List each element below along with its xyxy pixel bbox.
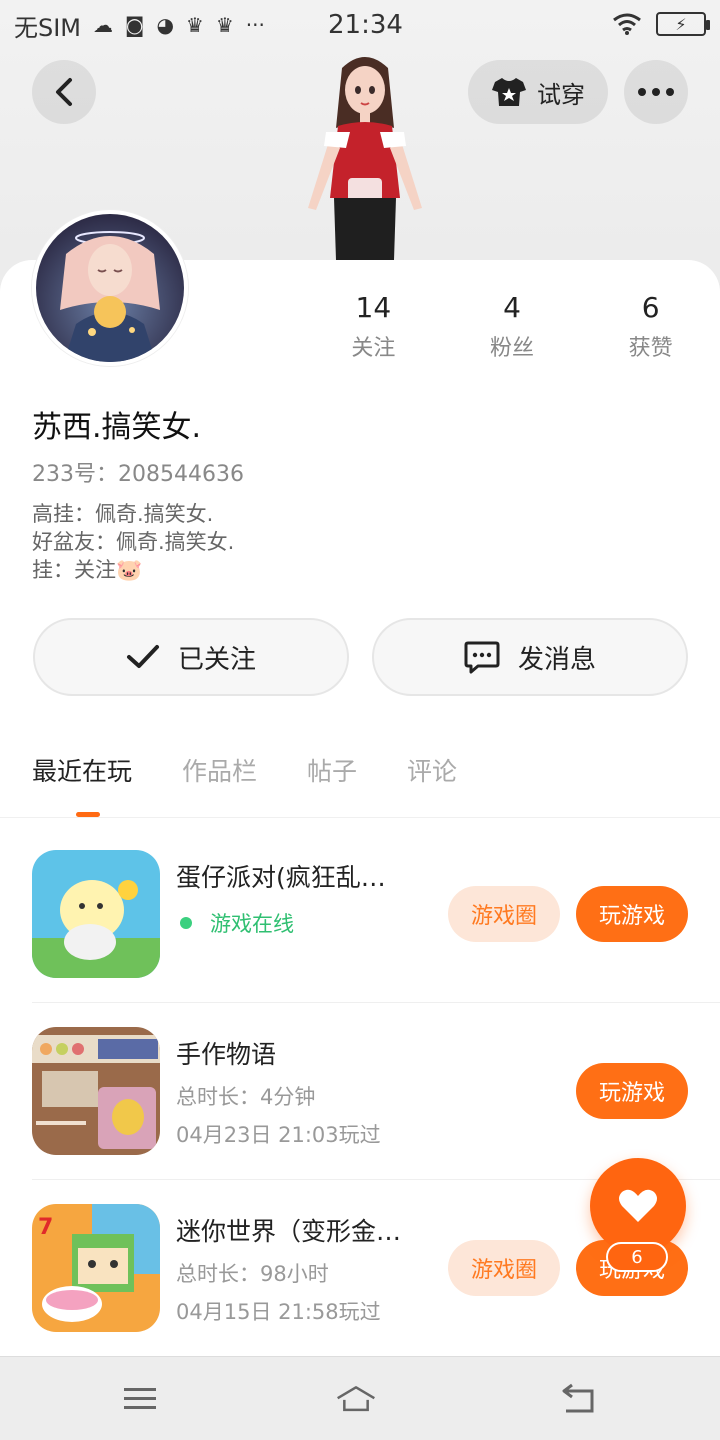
try-on-label: 试穿 <box>537 80 585 109</box>
stat-likes-label: 获赞 <box>628 336 673 361</box>
send-message-label: 发消息 <box>517 644 596 675</box>
stat-likes-value: 6 <box>641 291 660 324</box>
game-icon-mini-world: 7 <box>32 1204 160 1332</box>
bio-line: 好盆友：佩奇.搞笑女. <box>32 530 235 554</box>
media-icon: ◙ <box>125 13 145 37</box>
tab-recently-played[interactable]: 最近在玩 <box>32 752 132 788</box>
like-button[interactable] <box>590 1158 686 1254</box>
more-horizontal-icon <box>638 88 674 96</box>
chat-bubble-icon <box>464 641 500 674</box>
avatar-image <box>36 214 184 362</box>
stat-followers-value: 4 <box>503 291 521 324</box>
avatar-character-image <box>308 57 422 260</box>
send-message-button[interactable]: 发消息 <box>372 618 688 696</box>
game-row[interactable]: 蛋仔派对(疯狂乱… 游戏在线 游戏圈 玩游戏 <box>0 818 720 994</box>
back-button[interactable] <box>32 60 96 124</box>
bio-line: 挂：关注🐷 <box>32 558 143 582</box>
game-icon-handcraft-story <box>32 1027 160 1155</box>
stat-likes[interactable]: 6 获赞 <box>581 290 720 362</box>
crown-icon: ♛ <box>185 13 204 37</box>
game-row[interactable]: 手作物语 总时长：4分钟 04月23日 21:03玩过 玩游戏 <box>0 995 720 1171</box>
stat-following-value: 14 <box>355 291 392 324</box>
profile-nickname: 苏西.搞笑女. <box>32 410 202 445</box>
home-icon[interactable] <box>336 1379 376 1419</box>
cloud-icon: ☁ <box>93 13 114 37</box>
avatar[interactable] <box>32 210 188 366</box>
status-bar: 无SIM ☁ ◙ ◕ ♛ ♛ ··· 21:34 ⚡ <box>0 0 720 50</box>
profile-stats: 14 关注 4 粉丝 6 获赞 <box>304 290 720 362</box>
game-circle-button[interactable]: 游戏圈 <box>448 886 560 942</box>
game-duration: 总时长：4分钟 <box>176 1085 316 1109</box>
tab-posts[interactable]: 帖子 <box>307 752 357 788</box>
more-icon: ··· <box>245 13 265 37</box>
battery-charging-icon: ⚡ <box>656 12 710 36</box>
game-circle-button[interactable]: 游戏圈 <box>448 1240 560 1296</box>
online-status: 游戏在线 <box>176 908 294 938</box>
following-button[interactable]: 已关注 <box>33 618 349 696</box>
tab-works[interactable]: 作品栏 <box>182 752 257 788</box>
game-icon: ◕ <box>156 13 174 37</box>
profile-tabs: 最近在玩 作品栏 帖子 评论 <box>32 752 507 788</box>
status-time: 21:34 <box>328 10 403 40</box>
wifi-icon <box>613 13 641 35</box>
system-nav-bar <box>0 1356 720 1440</box>
following-label: 已关注 <box>177 644 256 675</box>
check-icon <box>126 645 159 668</box>
crown-icon: ♛ <box>215 13 234 37</box>
online-status-label: 游戏在线 <box>210 912 294 936</box>
stat-followers[interactable]: 4 粉丝 <box>443 290 582 362</box>
stat-following[interactable]: 14 关注 <box>304 290 443 362</box>
chevron-left-icon <box>56 78 72 106</box>
game-icon-eggy-party <box>32 850 160 978</box>
heart-icon <box>619 1189 657 1222</box>
profile-bio: 高挂：佩奇.搞笑女. 好盆友：佩奇.搞笑女. 挂：关注🐷 <box>32 500 234 584</box>
try-on-button[interactable]: 试穿 <box>468 60 608 124</box>
tab-comments[interactable]: 评论 <box>407 752 457 788</box>
tshirt-icon <box>492 78 526 106</box>
carrier-label: 无SIM <box>14 13 82 42</box>
game-name: 迷你世界（变形金… <box>176 1217 402 1246</box>
game-last-played: 04月15日 21:58玩过 <box>176 1300 381 1324</box>
game-name: 蛋仔派对(疯狂乱… <box>176 863 386 892</box>
game-last-played: 04月23日 21:03玩过 <box>176 1123 381 1147</box>
online-dot-icon <box>180 917 192 929</box>
svg-text:7: 7 <box>38 1215 53 1240</box>
play-game-button[interactable]: 玩游戏 <box>576 886 688 942</box>
stat-followers-label: 粉丝 <box>490 336 535 361</box>
back-nav-icon[interactable] <box>558 1379 598 1419</box>
like-count-badge: 6 <box>606 1242 668 1272</box>
profile-uid: 233号：208544636 <box>32 462 244 487</box>
bio-line: 高挂：佩奇.搞笑女. <box>32 502 214 526</box>
game-name: 手作物语 <box>176 1040 277 1069</box>
stat-following-label: 关注 <box>351 336 396 361</box>
play-game-button[interactable]: 玩游戏 <box>576 1063 688 1119</box>
game-duration: 总时长：98小时 <box>176 1262 329 1286</box>
more-options-button[interactable] <box>624 60 688 124</box>
menu-icon[interactable] <box>120 1379 160 1419</box>
